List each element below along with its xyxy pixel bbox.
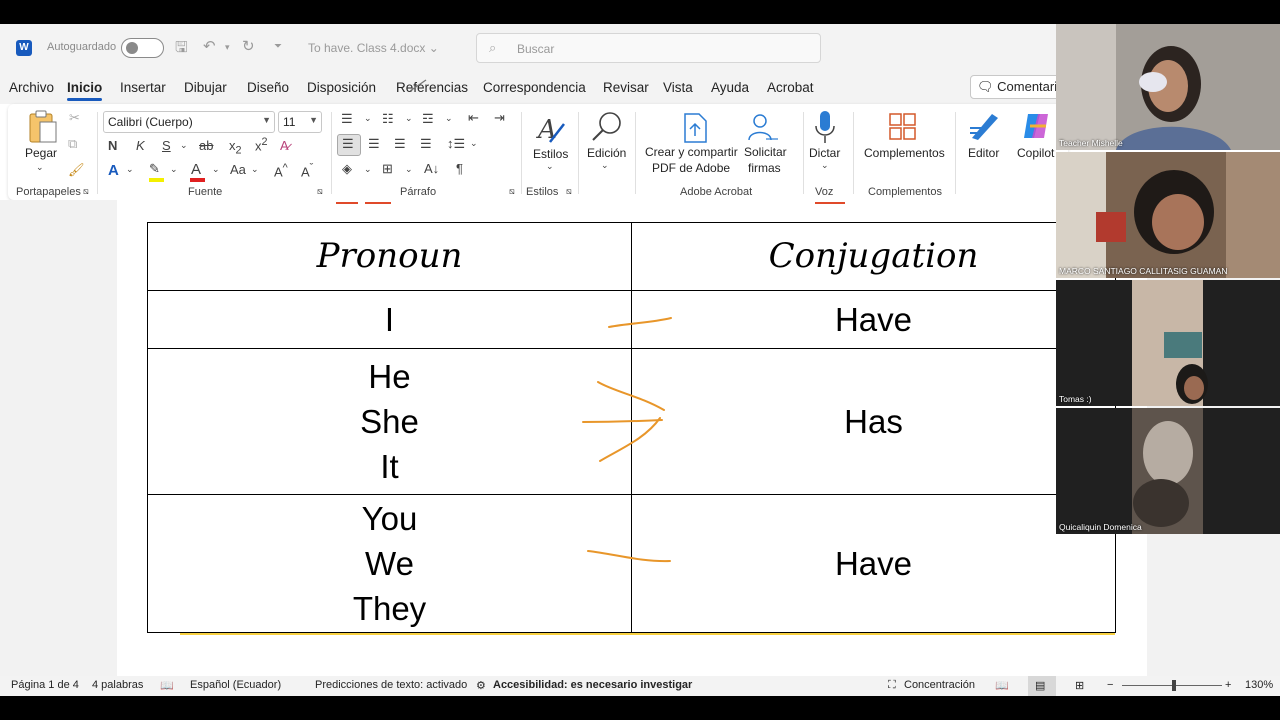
read-mode-icon[interactable]: 📖 (995, 679, 1009, 692)
participant-name: MARCO SANTIAGO CALLITASIG GUAMAN (1059, 266, 1228, 276)
focus-icon[interactable]: ⛶ (888, 679, 896, 692)
participant-tile[interactable]: Quicaliquin Domenica (1056, 408, 1280, 534)
status-bar: Página 1 de 4 4 palabras 📖 Español (Ecua… (0, 676, 1280, 696)
word-count[interactable]: 4 palabras (92, 679, 143, 691)
text-predictions[interactable]: Predicciones de texto: activado (315, 679, 467, 691)
focus-mode[interactable]: Concentración (904, 679, 975, 691)
participant-name: Quicaliquin Domenica (1059, 522, 1142, 532)
accessibility-icon[interactable]: ⚙ (476, 679, 486, 692)
participant-name: Teacher Mishelle (1059, 138, 1123, 148)
zoom-out-icon[interactable]: − (1107, 679, 1113, 691)
yellow-underline (180, 633, 1115, 635)
participant-name: Tomas :) (1059, 394, 1092, 404)
participant-tile[interactable]: Tomas :) (1056, 280, 1280, 406)
participant-video (1056, 24, 1280, 150)
participant-tile[interactable]: Teacher Mishelle (1056, 24, 1280, 150)
zoom-level[interactable]: 130% (1245, 679, 1273, 691)
screen: W Autoguardado 🖫 ↶ ▾ ↻ ⏷ To have. Class … (0, 0, 1280, 720)
zoom-in-icon[interactable]: + (1225, 679, 1231, 691)
web-layout-icon[interactable]: ⊞ (1075, 679, 1084, 692)
zoom-slider-thumb[interactable] (1172, 680, 1176, 691)
accessibility-status[interactable]: Accesibilidad: es necesario investigar (493, 679, 692, 691)
language[interactable]: Español (Ecuador) (190, 679, 281, 691)
participant-tile[interactable]: MARCO SANTIAGO CALLITASIG GUAMAN (1056, 152, 1280, 278)
proofing-icon[interactable]: 📖 (160, 679, 174, 692)
participant-video (1056, 280, 1280, 406)
print-layout-icon[interactable]: ▤ (1035, 679, 1045, 692)
participant-video (1056, 408, 1280, 534)
page-count[interactable]: Página 1 de 4 (11, 679, 79, 691)
participant-video (1056, 152, 1280, 278)
